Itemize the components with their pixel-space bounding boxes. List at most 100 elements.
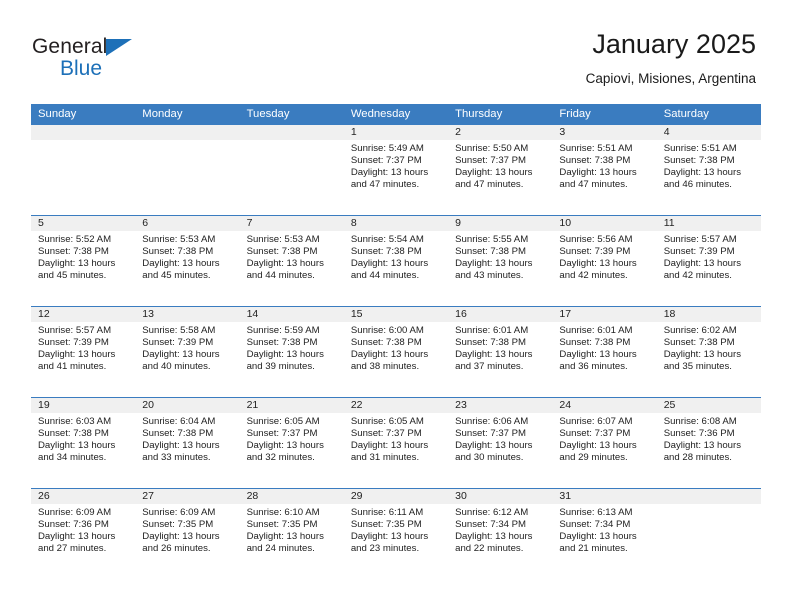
- calendar-day-cell[interactable]: 31 Sunrise: 6:13 AM Sunset: 7:34 PM Dayligh…: [552, 488, 657, 579]
- calendar-day-cell[interactable]: 4 Sunrise: 5:51 AM Sunset: 7:38 PM Daylight…: [656, 125, 761, 216]
- day-cell-inner: 29 Sunrise: 6:11 AM Sunset: 7:35 PM Dayligh…: [343, 489, 449, 579]
- day-cell-inner: 19 Sunrise: 6:03 AM Sunset: 7:38 PM Dayligh…: [31, 398, 136, 488]
- day-number: 19: [31, 398, 136, 413]
- calendar-day-cell[interactable]: 16 Sunrise: 6:01 AM Sunset: 7:38 PM Dayligh…: [448, 306, 553, 398]
- daylight-duration-line2: and 46 minutes.: [663, 179, 732, 191]
- calendar-grid: Sunday Monday Tuesday Wednesday Thursday Frid…: [31, 104, 761, 579]
- sunrise-time: Sunrise: 5:49 AM: [350, 143, 424, 154]
- calendar-day-cell[interactable]: 14 Sunrise: 5:59 AM Sunset: 7:38 PM Dayligh…: [239, 306, 344, 398]
- day-cell-details: Sunrise: 6:06 AM Sunset: 7:37 PM Daylight:…: [448, 413, 552, 464]
- daylight-duration-line2: and 35 minutes.: [663, 361, 732, 373]
- weekday-header-saturday: Saturday: [656, 104, 761, 125]
- sunset-time: Sunset: 7:38 PM: [142, 428, 214, 440]
- day-cell-inner: 23 Sunrise: 6:06 AM Sunset: 7:37 PM Dayligh…: [448, 398, 553, 488]
- sunset-time: Sunset: 7:38 PM: [663, 337, 735, 349]
- calendar-day-cell[interactable]: 7 Sunrise: 5:53 AM Sunset: 7:38 PM Daylight…: [239, 215, 344, 307]
- calendar-day-cell[interactable]: 10 Sunrise: 5:56 AM Sunset: 7:39 PM Dayligh…: [552, 215, 657, 307]
- daylight-duration-line2: and 45 minutes.: [38, 270, 107, 282]
- daylight-duration-line2: and 43 minutes.: [455, 270, 524, 282]
- daylight-duration-line1: Daylight: 13 hours: [246, 349, 324, 361]
- daylight-duration-line1: Daylight: 13 hours: [559, 531, 637, 543]
- general-blue-logo[interactable]: General Blue: [32, 35, 133, 79]
- page-title: January 2025: [592, 29, 756, 59]
- day-cell-details: Sunrise: 5:55 AM Sunset: 7:38 PM Daylight:…: [448, 231, 552, 282]
- daylight-duration-line1: Daylight: 13 hours: [350, 167, 429, 179]
- calendar-day-cell[interactable]: 22 Sunrise: 6:05 AM Sunset: 7:37 PM Dayligh…: [343, 397, 449, 489]
- day-cell-inner: 11 Sunrise: 5:57 AM Sunset: 7:39 PM Dayligh…: [656, 216, 761, 306]
- sunset-time: Sunset: 7:36 PM: [663, 428, 735, 440]
- sunset-time: Sunset: 7:38 PM: [455, 246, 527, 258]
- calendar-day-cell[interactable]: 6 Sunrise: 5:53 AM Sunset: 7:38 PM Daylight…: [135, 215, 240, 307]
- calendar-day-cell[interactable]: 19 Sunrise: 6:03 AM Sunset: 7:38 PM Dayligh…: [31, 397, 136, 489]
- daylight-duration-line2: and 39 minutes.: [246, 361, 315, 373]
- day-number: 24: [552, 398, 657, 413]
- calendar-day-cell[interactable]: 18 Sunrise: 6:02 AM Sunset: 7:38 PM Dayligh…: [656, 306, 761, 398]
- day-cell-details: Sunrise: 6:12 AM Sunset: 7:34 PM Daylight:…: [448, 504, 552, 555]
- calendar-day-cell[interactable]: 26 Sunrise: 6:09 AM Sunset: 7:36 PM Dayligh…: [31, 488, 136, 579]
- calendar-day-cell[interactable]: 8 Sunrise: 5:54 AM Sunset: 7:38 PM Daylight…: [343, 215, 449, 307]
- calendar-day-cell[interactable]: 3 Sunrise: 5:51 AM Sunset: 7:38 PM Daylight…: [552, 125, 657, 216]
- weekday-header-wednesday: Wednesday: [343, 104, 449, 125]
- calendar-day-cell[interactable]: 23 Sunrise: 6:06 AM Sunset: 7:37 PM Dayligh…: [448, 397, 553, 489]
- calendar-day-cell[interactable]: 9 Sunrise: 5:55 AM Sunset: 7:38 PM Daylight…: [448, 215, 553, 307]
- calendar-day-cell[interactable]: 11 Sunrise: 5:57 AM Sunset: 7:39 PM Dayligh…: [656, 215, 761, 307]
- daylight-duration-line1: Daylight: 13 hours: [455, 258, 533, 270]
- daylight-duration-line2: and 44 minutes.: [350, 270, 420, 282]
- day-number: 27: [135, 489, 240, 504]
- day-cell-inner: 7 Sunrise: 5:53 AM Sunset: 7:38 PM Daylight…: [239, 216, 344, 306]
- calendar-day-cell[interactable]: 29 Sunrise: 6:11 AM Sunset: 7:35 PM Dayligh…: [343, 488, 449, 579]
- daylight-duration-line1: Daylight: 13 hours: [142, 258, 220, 270]
- sunset-time: Sunset: 7:35 PM: [350, 519, 422, 531]
- daylight-duration-line1: Daylight: 13 hours: [38, 349, 116, 361]
- calendar-day-cell[interactable]: 27 Sunrise: 6:09 AM Sunset: 7:35 PM Dayligh…: [135, 488, 240, 579]
- sunset-time: Sunset: 7:37 PM: [350, 428, 422, 440]
- day-cell-details: Sunrise: 5:57 AM Sunset: 7:39 PM Daylight:…: [31, 322, 135, 373]
- calendar-day-cell[interactable]: 13 Sunrise: 5:58 AM Sunset: 7:39 PM Dayligh…: [135, 306, 240, 398]
- calendar-day-cell[interactable]: 2 Sunrise: 5:50 AM Sunset: 7:37 PM Daylight…: [448, 125, 553, 216]
- calendar-day-cell[interactable]: 5 Sunrise: 5:52 AM Sunset: 7:38 PM Daylight…: [31, 215, 136, 307]
- calendar-day-cell[interactable]: 15 Sunrise: 6:00 AM Sunset: 7:38 PM Dayligh…: [343, 306, 449, 398]
- title-block: January 2025 Capiovi, Misiones, Argentin…: [586, 29, 756, 85]
- day-cell-inner: 10 Sunrise: 5:56 AM Sunset: 7:39 PM Dayligh…: [552, 216, 657, 306]
- calendar-day-cell[interactable]: 17 Sunrise: 6:01 AM Sunset: 7:38 PM Dayligh…: [552, 306, 657, 398]
- day-cell-details: Sunrise: 5:56 AM Sunset: 7:39 PM Daylight:…: [552, 231, 656, 282]
- day-cell-inner: 24 Sunrise: 6:07 AM Sunset: 7:37 PM Dayligh…: [552, 398, 657, 488]
- daylight-duration-line2: and 36 minutes.: [559, 361, 628, 373]
- logo-text-general: General: [32, 35, 108, 58]
- daylight-duration-line1: Daylight: 13 hours: [350, 349, 429, 361]
- daylight-duration-line1: Daylight: 13 hours: [455, 440, 533, 452]
- day-cell-details: Sunrise: 6:04 AM Sunset: 7:38 PM Daylight:…: [135, 413, 239, 464]
- daylight-duration-line2: and 32 minutes.: [246, 452, 315, 464]
- sunrise-time: Sunrise: 5:57 AM: [663, 234, 737, 245]
- sunrise-time: Sunrise: 6:07 AM: [559, 416, 633, 427]
- daylight-duration-line2: and 30 minutes.: [455, 452, 524, 464]
- calendar-day-cell[interactable]: 12 Sunrise: 5:57 AM Sunset: 7:39 PM Dayligh…: [31, 306, 136, 398]
- calendar-day-cell[interactable]: 30 Sunrise: 6:12 AM Sunset: 7:34 PM Dayligh…: [448, 488, 553, 579]
- day-cell-details: Sunrise: 6:01 AM Sunset: 7:38 PM Daylight:…: [552, 322, 656, 373]
- day-number: 20: [135, 398, 240, 413]
- daylight-duration-line2: and 26 minutes.: [142, 543, 211, 555]
- day-cell-details: Sunrise: 5:50 AM Sunset: 7:37 PM Daylight:…: [448, 140, 552, 191]
- day-cell-details: Sunrise: 5:49 AM Sunset: 7:37 PM Daylight:…: [344, 140, 448, 191]
- calendar-day-cell[interactable]: 28 Sunrise: 6:10 AM Sunset: 7:35 PM Dayligh…: [239, 488, 344, 579]
- day-number: [135, 125, 240, 140]
- daylight-duration-line1: Daylight: 13 hours: [663, 349, 742, 361]
- daylight-duration-line2: and 31 minutes.: [350, 452, 420, 464]
- calendar-day-cell[interactable]: 21 Sunrise: 6:05 AM Sunset: 7:37 PM Dayligh…: [239, 397, 344, 489]
- day-cell-details: Sunrise: 6:01 AM Sunset: 7:38 PM Daylight:…: [448, 322, 552, 373]
- daylight-duration-line1: Daylight: 13 hours: [38, 440, 116, 452]
- sunrise-time: Sunrise: 5:52 AM: [38, 234, 112, 245]
- calendar-day-cell[interactable]: 24 Sunrise: 6:07 AM Sunset: 7:37 PM Dayligh…: [552, 397, 657, 489]
- calendar-header-row: Sunday Monday Tuesday Wednesday Thursday Frid…: [31, 104, 761, 125]
- daylight-duration-line1: Daylight: 13 hours: [350, 531, 429, 543]
- sunset-time: Sunset: 7:39 PM: [559, 246, 631, 258]
- day-cell-inner: 28 Sunrise: 6:10 AM Sunset: 7:35 PM Dayligh…: [239, 489, 344, 579]
- calendar-day-cell[interactable]: 1 Sunrise: 5:49 AM Sunset: 7:37 PM Daylight…: [343, 125, 449, 216]
- sunset-time: Sunset: 7:37 PM: [246, 428, 318, 440]
- calendar-day-cell: [31, 125, 136, 216]
- sunrise-time: Sunrise: 6:02 AM: [663, 325, 737, 336]
- day-cell-details: Sunrise: 6:07 AM Sunset: 7:37 PM Daylight:…: [552, 413, 656, 464]
- day-cell-inner: 21 Sunrise: 6:05 AM Sunset: 7:37 PM Dayligh…: [239, 398, 344, 488]
- calendar-day-cell[interactable]: 20 Sunrise: 6:04 AM Sunset: 7:38 PM Dayligh…: [135, 397, 240, 489]
- calendar-day-cell[interactable]: 25 Sunrise: 6:08 AM Sunset: 7:36 PM Dayligh…: [656, 397, 761, 489]
